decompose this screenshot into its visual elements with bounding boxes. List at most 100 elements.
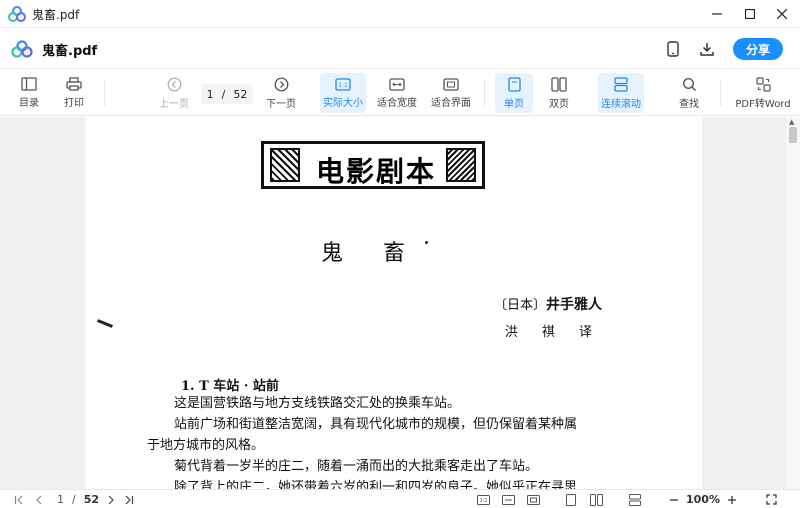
continuous-scroll-icon <box>629 493 641 506</box>
document-name: 鬼畜.pdf <box>42 44 98 59</box>
viewer-toolbar: 目录 打印 上一页 下一页 1:1 实际大小 适合宽度 适合界面 单页 双页 连… <box>0 70 800 116</box>
chevron-right-circle-icon <box>274 77 288 91</box>
page-current: 1 <box>206 87 214 101</box>
scroll-up-icon[interactable]: ▲ <box>789 118 794 126</box>
zoom-level[interactable]: 100% <box>684 492 722 507</box>
fit-page-button[interactable]: 适合界面 <box>428 73 474 113</box>
double-page-icon <box>551 76 567 92</box>
author-country: 〔日本〕 <box>493 298 546 313</box>
search-icon <box>682 77 696 91</box>
translator-line: 洪 祺 译 <box>504 325 602 340</box>
paragraph-line: 除了背上的庄二，她还带着六岁的利一和四岁的良子。她似乎正在寻思 <box>174 480 578 489</box>
fullscreen-icon <box>765 494 777 505</box>
prev-page-label: 上一页 <box>159 98 189 110</box>
actual-size-label: 实际大小 <box>323 97 363 109</box>
status-page-current: 1 <box>56 493 64 506</box>
pdf-to-word-button[interactable]: PDF转Word <box>735 73 791 113</box>
next-page-button[interactable]: 下一页 <box>261 73 301 113</box>
print-button[interactable]: 打印 <box>57 73 91 113</box>
download-icon <box>700 43 714 56</box>
fit-width-button-status[interactable] <box>500 492 516 507</box>
stamp-ornament-right <box>446 148 476 182</box>
svg-text:1:1: 1:1 <box>338 82 348 89</box>
toc-label: 目录 <box>19 98 39 109</box>
section-heading: 1. T 车站 · 站前 <box>181 379 279 394</box>
download-button[interactable] <box>697 39 717 59</box>
continuous-scroll-icon <box>614 76 628 92</box>
convert-icon <box>755 76 771 92</box>
app-header: 鬼畜.pdf 分享 <box>0 29 800 69</box>
fit-width-icon <box>501 494 515 505</box>
paragraph-line: 这是国营铁路与地方支线铁路交汇处的换乘车站。 <box>174 396 461 411</box>
single-page-label: 单页 <box>504 98 524 110</box>
last-page-button[interactable] <box>122 492 136 507</box>
scrollbar-thumb[interactable] <box>789 127 797 143</box>
zoom-in-button[interactable] <box>725 492 739 507</box>
find-button[interactable]: 查找 <box>672 73 706 113</box>
printer-icon <box>66 77 82 91</box>
author-name: 井手雅人 <box>546 297 602 313</box>
fit-page-icon <box>443 77 459 91</box>
toc-icon <box>21 77 37 91</box>
pdf-to-word-label: PDF转Word <box>735 98 791 110</box>
toolbar-divider <box>484 80 485 106</box>
fullscreen-button[interactable] <box>763 492 779 507</box>
toc-button[interactable]: 目录 <box>12 73 46 113</box>
maximize-button[interactable] <box>740 4 760 24</box>
continuous-scroll-button[interactable]: 连续滚动 <box>598 73 644 113</box>
actual-size-button-status[interactable]: 1:1 <box>475 492 491 507</box>
single-page-button-status[interactable] <box>564 492 578 507</box>
status-page-indicator[interactable]: 1 / 52 <box>54 492 102 507</box>
fit-width-label: 适合宽度 <box>377 97 417 109</box>
paragraph-line: 站前广场和街道整洁宽阔，具有现代化城市的规模，但仍保留着某种属 <box>174 417 578 432</box>
continuous-scroll-button-status[interactable] <box>627 492 643 507</box>
document-title: 鬼畜 <box>321 241 446 266</box>
status-page-separator: / <box>71 493 76 506</box>
continuous-scroll-label: 连续滚动 <box>601 98 641 110</box>
stamp-ornament-left <box>270 148 300 182</box>
double-page-button-status[interactable] <box>588 492 604 507</box>
actual-size-button[interactable]: 1:1 实际大小 <box>320 73 366 113</box>
actual-size-icon: 1:1 <box>335 77 351 91</box>
fit-width-icon <box>389 77 405 91</box>
mobile-view-button[interactable] <box>663 39 683 59</box>
next-page-label: 下一页 <box>266 98 296 110</box>
zoom-out-button[interactable] <box>667 492 681 507</box>
fit-width-button[interactable]: 适合宽度 <box>374 73 420 113</box>
window-titlebar: 鬼畜.pdf <box>0 0 800 28</box>
first-page-icon <box>14 495 23 504</box>
pdf-page: 电影剧本 鬼畜 〔日本〕井手雅人 洪 祺 译 1. T 车站 · 站前 这是国营… <box>85 117 702 489</box>
page-separator: / <box>221 87 226 101</box>
film-script-stamp: 电影剧本 <box>261 141 485 189</box>
stamp-text: 电影剧本 <box>316 155 437 188</box>
document-viewport[interactable]: 电影剧本 鬼畜 〔日本〕井手雅人 洪 祺 译 1. T 车站 · 站前 这是国营… <box>0 117 800 489</box>
single-page-button[interactable]: 单页 <box>495 73 533 113</box>
minimize-button[interactable] <box>707 4 727 24</box>
minimize-icon <box>712 13 722 15</box>
share-button[interactable]: 分享 <box>733 38 783 60</box>
print-label: 打印 <box>64 98 84 109</box>
close-button[interactable] <box>772 4 792 24</box>
chevron-left-icon <box>36 495 42 504</box>
fit-page-button-status[interactable] <box>525 492 541 507</box>
author-line: 〔日本〕井手雅人 <box>494 294 602 314</box>
toolbar-divider <box>720 80 721 106</box>
vertical-scrollbar[interactable] <box>786 117 800 489</box>
page-total: 52 <box>233 87 248 101</box>
mobile-icon <box>667 41 679 57</box>
single-page-icon <box>566 493 576 506</box>
svg-text:1:1: 1:1 <box>479 498 487 504</box>
app-logo-icon <box>8 6 26 22</box>
find-label: 查找 <box>679 98 699 110</box>
prev-page-button[interactable]: 上一页 <box>154 73 194 113</box>
single-page-icon <box>507 76 521 92</box>
prev-page-button-status[interactable] <box>32 492 46 507</box>
next-page-button-status[interactable] <box>104 492 118 507</box>
status-bar: 1 / 52 1:1 100% <box>0 489 800 508</box>
fit-page-icon <box>526 494 540 505</box>
maximize-icon <box>745 9 755 19</box>
first-page-button[interactable] <box>12 492 26 507</box>
chevron-right-icon <box>108 495 114 504</box>
page-number-input[interactable]: 1 / 52 <box>201 84 253 104</box>
double-page-button[interactable]: 双页 <box>540 73 578 113</box>
